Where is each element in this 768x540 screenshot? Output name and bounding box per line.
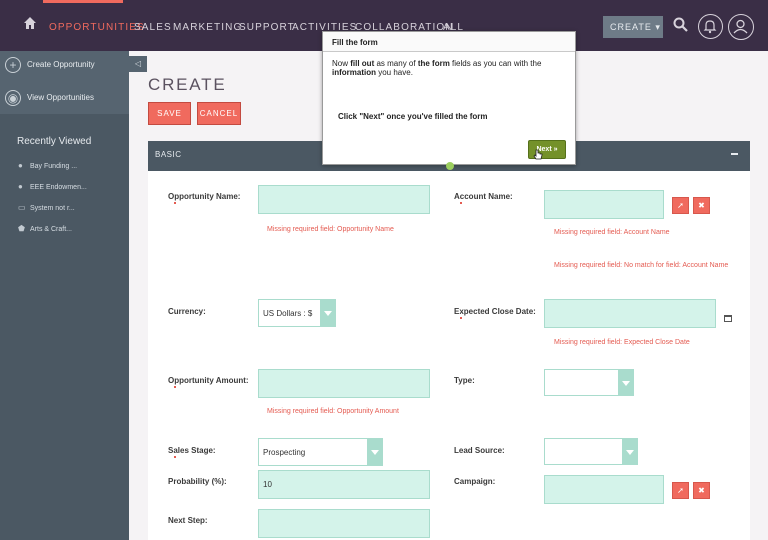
currency-label: Currency: (168, 307, 206, 316)
nav-opportunities[interactable]: OPPORTUNITIES (49, 22, 145, 33)
tour-text: as many of (374, 59, 418, 68)
account-clear-x-icon[interactable]: ✖ (693, 197, 710, 214)
lead-source-label: Lead Source: (454, 446, 505, 455)
recent-item[interactable]: ▭ System not r... (18, 203, 75, 212)
minimize-icon[interactable] (731, 153, 738, 155)
recent-item-label: Arts & Craft... (30, 226, 73, 233)
home-icon[interactable] (23, 16, 37, 30)
expected-close-date-input[interactable] (544, 299, 716, 328)
sidebar-actions: + Create Opportunity ◉ View Opportunitie… (0, 51, 129, 114)
required-marker (174, 386, 176, 388)
tour-text: fields as you can with the (449, 59, 542, 68)
view-opportunities-label: View Opportunities (27, 93, 94, 102)
sales-stage-value: Prospecting (263, 448, 306, 457)
nav-sales[interactable]: SALES (134, 22, 172, 33)
recent-item[interactable]: ● EEE Endowmen... (18, 182, 87, 191)
tour-popup-body: Now fill out as many of the form fields … (332, 59, 568, 77)
tour-text-bold: the form (417, 59, 450, 68)
sales-stage-label: Sales Stage: (168, 446, 216, 455)
recent-item-label: EEE Endowmen... (30, 184, 87, 191)
expected-close-date-error: Missing required field: Expected Close D… (554, 339, 690, 346)
plus-icon: + (5, 57, 21, 73)
active-tab-indicator (43, 0, 123, 3)
currency-value: US Dollars : $ (263, 309, 313, 318)
sales-stage-select[interactable]: Prospecting (258, 438, 383, 466)
probability-label: Probability (%): (168, 477, 227, 486)
opportunity-amount-label: Opportunity Amount: (168, 376, 249, 385)
tour-text: you have. (376, 68, 413, 77)
currency-select[interactable]: US Dollars : $ (258, 299, 336, 327)
create-opportunity-label: Create Opportunity (27, 60, 95, 69)
account-name-match-error: Missing required field: No match for fie… (554, 262, 729, 269)
nav-support[interactable]: SUPPORT (239, 22, 295, 33)
account-name-input[interactable] (544, 190, 664, 219)
campaign-input[interactable] (544, 475, 664, 504)
sidebar-collapse-chevron-icon[interactable]: ◁ (129, 56, 147, 72)
folder-icon: ▭ (18, 203, 26, 212)
cancel-button[interactable]: CANCEL (197, 102, 241, 125)
campaign-label: Campaign: (454, 477, 496, 486)
tour-text-bold: information (332, 68, 376, 77)
tour-popup: Fill the form Now fill out as many of th… (322, 31, 576, 170)
sidebar: + Create Opportunity ◉ View Opportunitie… (0, 51, 129, 540)
campaign-clear-x-icon[interactable]: ✖ (693, 482, 710, 499)
opportunity-name-error: Missing required field: Opportunity Name (267, 226, 394, 233)
required-marker (174, 456, 176, 458)
tour-pointer-dot (446, 162, 454, 170)
eye-icon: ◉ (5, 90, 21, 106)
recently-viewed-heading: Recently Viewed (17, 136, 92, 147)
campaign-select-arrow-icon[interactable]: ➚ (672, 482, 689, 499)
chevron-down-icon (367, 439, 382, 465)
next-step-input[interactable] (258, 509, 430, 538)
recent-item[interactable]: ⬟ Arts & Craft... (18, 224, 72, 233)
required-marker (460, 317, 462, 319)
probability-input[interactable]: 10 (258, 470, 430, 499)
chevron-down-icon (320, 300, 335, 326)
recent-item-label: Bay Funding ... (30, 163, 78, 170)
lead-source-select[interactable] (544, 438, 638, 465)
account-name-error: Missing required field: Account Name (554, 229, 670, 236)
user-profile-icon[interactable] (728, 14, 754, 40)
create-menu-button[interactable]: CREATE ▾ (603, 16, 663, 38)
search-icon[interactable] (673, 17, 689, 33)
recent-item[interactable]: ● Bay Funding ... (18, 161, 77, 170)
tour-text: Now (332, 59, 351, 68)
chevron-down-icon (618, 370, 633, 395)
opportunity-amount-error: Missing required field: Opportunity Amou… (267, 408, 399, 415)
opportunity-name-input[interactable] (258, 185, 430, 214)
opportunity-name-label: Opportunity Name: (168, 192, 241, 201)
account-select-arrow-icon[interactable]: ➚ (672, 197, 689, 214)
panel-title: BASIC (155, 150, 182, 159)
tour-text-bold: fill out (350, 59, 375, 68)
calendar-icon[interactable] (724, 315, 732, 322)
tour-popup-note: Click "Next" once you've filled the form (338, 112, 488, 121)
page-title: CREATE (148, 75, 227, 94)
next-step-label: Next Step: (168, 516, 208, 525)
account-name-label: Account Name: (454, 192, 513, 201)
chevron-down-icon (622, 439, 637, 464)
opportunity-amount-input[interactable] (258, 369, 430, 398)
lightbulb-icon: ● (18, 182, 23, 191)
tour-popup-title: Fill the form (332, 38, 378, 47)
expected-close-date-label: Expected Close Date: (454, 307, 536, 316)
notifications-bell-icon[interactable] (698, 14, 723, 39)
lightbulb-icon: ● (18, 161, 23, 170)
required-marker (460, 202, 462, 204)
tour-popup-header: Fill the form (323, 32, 575, 52)
hand-cursor-icon (533, 149, 543, 160)
type-label: Type: (454, 376, 475, 385)
type-select[interactable] (544, 369, 634, 396)
nav-marketing[interactable]: MARKETING (173, 22, 242, 33)
save-button[interactable]: SAVE (148, 102, 191, 125)
recent-item-label: System not r... (30, 205, 75, 212)
shield-icon: ⬟ (18, 224, 25, 233)
required-marker (174, 202, 176, 204)
